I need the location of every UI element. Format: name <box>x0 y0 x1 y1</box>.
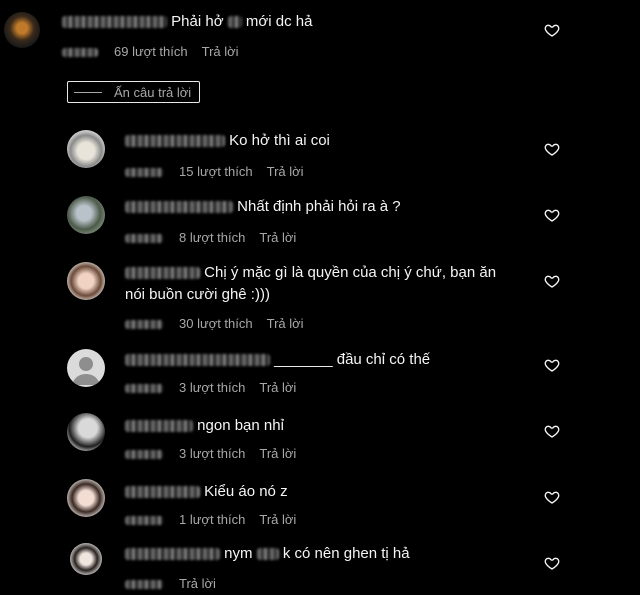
reply-comment: _______ đầu chỉ có thế 3 lượt thích Trả l… <box>0 347 640 407</box>
comment-text-part: Phải hở <box>171 13 224 30</box>
reply-text-content: _______ đầu chỉ có thế <box>274 351 431 368</box>
username-blurred[interactable] <box>125 354 270 367</box>
reply-meta: 3 lượt thích Trả lời <box>125 380 310 395</box>
like-count[interactable]: 30 lượt thích <box>179 316 253 331</box>
reply-comment: ngon bạn nhỉ 3 lượt thích Trả lời <box>0 413 640 473</box>
reply-text-part: nym <box>224 545 253 562</box>
reply-button[interactable]: Trả lời <box>259 230 296 245</box>
avatar[interactable] <box>67 130 105 168</box>
divider-line <box>74 92 102 93</box>
reply-button[interactable]: Trả lời <box>179 576 216 591</box>
heart-outline-icon[interactable] <box>544 489 560 505</box>
username-blurred[interactable] <box>125 486 200 499</box>
like-count[interactable]: 3 lượt thích <box>179 446 245 461</box>
avatar[interactable] <box>70 543 102 575</box>
heart-outline-icon[interactable] <box>544 22 560 38</box>
avatar[interactable] <box>4 12 40 48</box>
reply-text: Chị ý mặc gì là quyền của chị ý chứ, bạn… <box>125 262 496 284</box>
reply-button[interactable]: Trả lời <box>259 512 296 527</box>
avatar[interactable] <box>67 262 105 300</box>
reply-text-content: Chị ý mặc gì là quyền của chị ý chứ, bạn… <box>204 264 497 281</box>
reply-meta: 3 lượt thích Trả lời <box>125 446 310 461</box>
reply-comment: Chị ý mặc gì là quyền của chị ý chứ, bạn… <box>0 260 640 340</box>
like-count[interactable]: 3 lượt thích <box>179 380 245 395</box>
reply-button[interactable]: Trả lời <box>259 380 296 395</box>
avatar[interactable] <box>67 196 105 234</box>
heart-outline-icon[interactable] <box>544 555 560 571</box>
reply-text: _______ đầu chỉ có thế <box>125 349 430 371</box>
like-count[interactable]: 1 lượt thích <box>179 512 245 527</box>
avatar[interactable] <box>67 349 105 387</box>
comment-text-part: mới dc hả <box>245 13 313 30</box>
reply-text: nym k có nên ghen tị hả <box>125 543 410 565</box>
heart-outline-icon[interactable] <box>544 141 560 157</box>
avatar[interactable] <box>67 413 105 451</box>
reply-text: Nhất định phải hỏi ra à ? <box>125 196 401 218</box>
timestamp-blurred <box>125 234 163 244</box>
reply-button[interactable]: Trả lời <box>259 446 296 461</box>
timestamp-blurred <box>125 580 163 590</box>
comment-meta: 69 lượt thích Trả lời <box>62 44 253 59</box>
reply-text-content: Nhất định phải hỏi ra à ? <box>237 198 401 215</box>
reply-text-line-2: nói buồn cười ghê :))) <box>125 286 270 303</box>
heart-outline-icon[interactable] <box>544 357 560 373</box>
username-blurred[interactable] <box>125 548 220 561</box>
timestamp-blurred <box>125 516 163 526</box>
heart-outline-icon[interactable] <box>544 423 560 439</box>
heart-outline-icon[interactable] <box>544 273 560 289</box>
timestamp-blurred <box>125 320 163 330</box>
reply-button[interactable]: Trả lời <box>267 316 304 331</box>
default-avatar-icon <box>72 357 100 385</box>
username-blurred[interactable] <box>125 420 193 433</box>
timestamp-blurred <box>125 168 163 178</box>
username-blurred[interactable] <box>125 201 233 214</box>
reply-meta: 30 lượt thích Trả lời <box>125 316 318 331</box>
reply-meta: Trả lời <box>125 576 230 591</box>
censored-word <box>227 16 242 29</box>
reply-text: Ko hở thì ai coi <box>125 130 330 152</box>
reply-text-content: Kiểu áo nó z <box>204 483 288 500</box>
reply-button[interactable]: Trả lời <box>267 164 304 179</box>
censored-word <box>256 548 279 561</box>
comment-text: Phải hở mới dc hả <box>62 11 312 33</box>
reply-comment: nym k có nên ghen tị hả Trả lời <box>0 543 640 595</box>
like-count[interactable]: 69 lượt thích <box>114 44 188 59</box>
reply-meta: 1 lượt thích Trả lời <box>125 512 310 527</box>
reply-text-content: Ko hở thì ai coi <box>229 132 330 149</box>
like-count[interactable]: 8 lượt thích <box>179 230 245 245</box>
reply-comment: Nhất định phải hỏi ra à ? 8 lượt thích Tr… <box>0 194 640 254</box>
hide-replies-label: Ấn câu trả lời <box>114 85 192 100</box>
reply-text: Kiểu áo nó z <box>125 481 288 503</box>
reply-meta: 8 lượt thích Trả lời <box>125 230 310 245</box>
reply-meta: 15 lượt thích Trả lời <box>125 164 318 179</box>
reply-comment: Ko hở thì ai coi 15 lượt thích Trả lời <box>0 128 640 188</box>
timestamp-blurred <box>125 384 163 394</box>
reply-text: ngon bạn nhỉ <box>125 415 284 437</box>
top-comment: Phải hở mới dc hả 69 lượt thích Trả lời <box>0 0 640 70</box>
username-blurred[interactable] <box>125 267 200 280</box>
timestamp-blurred <box>62 48 98 58</box>
like-count[interactable]: 15 lượt thích <box>179 164 253 179</box>
username-blurred[interactable] <box>62 16 167 29</box>
reply-comment: Kiểu áo nó z 1 lượt thích Trả lời <box>0 479 640 539</box>
reply-button[interactable]: Trả lời <box>202 44 239 59</box>
heart-outline-icon[interactable] <box>544 207 560 223</box>
avatar[interactable] <box>67 479 105 517</box>
reply-text-part: k có nên ghen tị hả <box>282 545 410 562</box>
reply-text-content: ngon bạn nhỉ <box>197 417 284 434</box>
timestamp-blurred <box>125 450 163 460</box>
username-blurred[interactable] <box>125 135 225 148</box>
hide-replies-button[interactable]: Ấn câu trả lời <box>67 81 200 103</box>
